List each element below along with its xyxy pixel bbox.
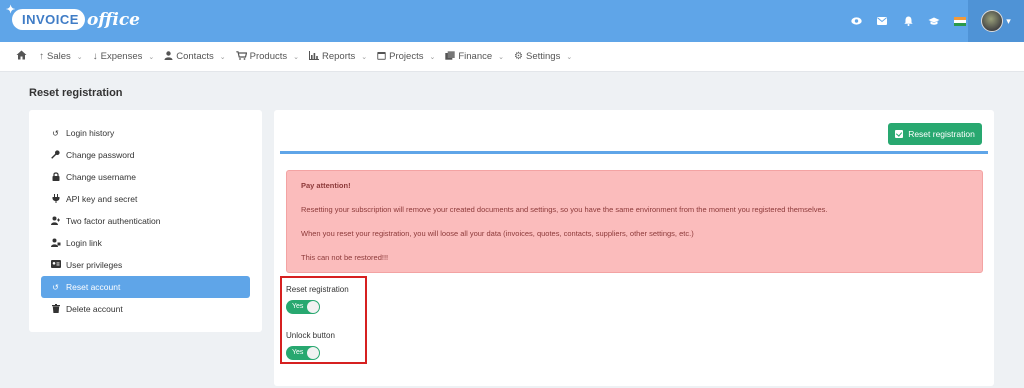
app-logo[interactable]: INVOICE office [6,3,140,30]
nav-expenses[interactable]: ↓ Expenses ⌄ [93,51,155,62]
chevron-down-icon: ⌄ [429,53,436,61]
nav-finance[interactable]: Finance ⌄ [445,50,505,63]
gear-icon: ⚙ [514,51,523,62]
reset-registration-button[interactable]: Reset registration [888,123,982,145]
chevron-down-icon: ⌄ [148,53,155,61]
sidebar-item-delete-account[interactable]: Delete account [41,298,250,320]
nav-label: Settings [526,51,561,62]
trash-icon [51,303,60,315]
plug-icon [51,193,60,205]
button-label: Reset registration [908,129,975,139]
sidebar-item-label: Change username [66,172,136,182]
nav-label: Contacts [176,51,214,62]
sidebar-item-label: Change password [66,150,135,160]
finance-icon [445,50,456,63]
nav-label: Products [249,51,288,62]
divider [280,151,988,154]
sidebar-item-user-privileges[interactable]: User privileges [41,254,250,276]
user-link-icon [51,238,61,249]
nav-label: Projects [389,51,424,62]
chevron-down-icon: ▾ [1006,15,1011,26]
main-nav: ↑ Sales ⌄ ↓ Expenses ⌄ Contacts ⌄ Produc… [0,42,1024,72]
user-icon [164,50,173,63]
eye-icon[interactable] [850,15,862,27]
chevron-down-icon: ⌄ [219,53,226,61]
sidebar-item-login-link[interactable]: Login link [41,232,250,254]
chevron-down-icon: ⌄ [76,53,83,61]
sidebar-item-label: Login history [66,128,115,138]
id-card-icon [51,260,61,270]
sidebar-item-login-history[interactable]: ↺ Login history [41,122,250,144]
nav-label: Finance [458,51,493,62]
sidebar-item-change-password[interactable]: Change password [41,144,250,166]
sidebar-item-label: API key and secret [66,194,138,204]
nav-sales[interactable]: ↑ Sales ⌄ [39,51,83,62]
lock-icon [51,171,60,183]
key-icon [51,149,60,161]
reset-registration-toggle[interactable]: Yes [286,300,320,314]
page-title: Reset registration [29,87,123,99]
graduation-cap-icon[interactable] [928,15,940,27]
alert-text: Resetting your subscription will remove … [301,205,828,214]
toggle-value: Yes [292,303,304,310]
logo-accent-text: office [86,9,140,30]
bell-icon[interactable] [902,15,914,27]
nav-projects[interactable]: Projects ⌄ [377,51,435,63]
warning-alert: Pay attention! Resetting your subscripti… [286,170,983,273]
home-icon[interactable] [16,50,27,63]
main-panel: Reset registration Pay attention! Resett… [274,110,994,386]
checkbox-icon [895,130,904,138]
arrow-down-icon: ↓ [92,51,98,62]
nav-contacts[interactable]: Contacts ⌄ [164,50,226,63]
history-icon: ↺ [52,128,59,138]
chevron-down-icon: ⌄ [566,53,573,61]
sidebar-item-label: Reset account [66,282,121,292]
calendar-icon [377,51,386,63]
toggle-label-unlock-button: Unlock button [286,331,335,340]
chevron-down-icon: ⌄ [293,53,299,61]
chevron-down-icon: ⌄ [361,53,368,61]
nav-products[interactable]: Products ⌄ [235,50,299,63]
toggle-knob [307,347,319,359]
sidebar-item-change-username[interactable]: Change username [41,166,250,188]
sidebar-item-label: Login link [66,238,102,248]
nav-label: Reports [322,51,356,62]
sidebar-item-two-factor[interactable]: Two factor authentication [41,210,250,232]
nav-label: Sales [47,51,71,62]
chevron-down-icon: ⌄ [498,53,505,61]
user-menu[interactable]: ▾ [968,0,1024,42]
user-plus-icon [51,216,60,227]
unlock-button-toggle[interactable]: Yes [286,346,320,360]
sidebar-item-api-key[interactable]: API key and secret [41,188,250,210]
nav-label: Expenses [100,51,143,62]
sidebar-item-label: User privileges [66,260,123,270]
alert-text: This can not be restored!!! [301,253,389,262]
toggle-value: Yes [292,349,304,356]
sidebar-item-label: Two factor authentication [66,216,161,226]
nav-reports[interactable]: Reports ⌄ [309,50,368,63]
mail-icon[interactable] [876,15,888,27]
account-sidebar: ↺ Login history Change password Change u… [29,110,262,332]
arrow-up-icon: ↑ [39,51,44,62]
cart-icon [235,50,247,63]
nav-settings[interactable]: ⚙ Settings ⌄ [514,51,572,62]
sidebar-item-label: Delete account [66,304,123,314]
avatar [981,10,1004,32]
top-bar: INVOICE office ▾ [0,0,1024,42]
alert-title: Pay attention! [301,181,351,190]
toggle-label-reset-registration: Reset registration [286,285,349,294]
alert-text: When you reset your registration, you wi… [301,229,694,238]
chart-icon [309,50,319,63]
sidebar-item-reset-account[interactable]: ↺ Reset account [41,276,250,298]
logo-text: INVOICE [6,3,85,30]
top-icons [850,0,966,42]
india-flag-icon[interactable] [954,15,966,27]
reset-icon: ↺ [52,282,59,292]
toggle-knob [307,301,319,313]
